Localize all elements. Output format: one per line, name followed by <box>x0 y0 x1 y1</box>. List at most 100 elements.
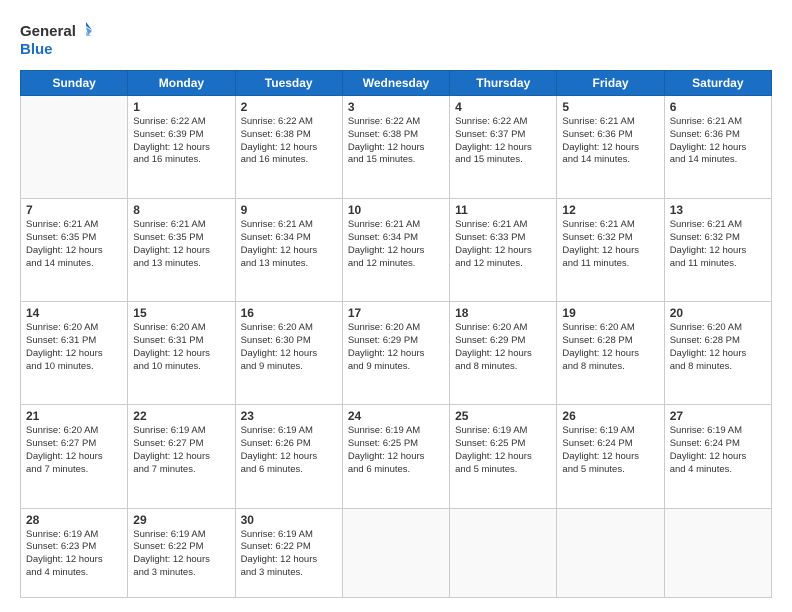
table-row: 30 Sunrise: 6:19 AM Sunset: 6:22 PM Dayli… <box>235 508 342 597</box>
day-info: Sunrise: 6:19 AM Sunset: 6:25 PM Dayligh… <box>455 425 551 476</box>
day-info: Sunrise: 6:19 AM Sunset: 6:22 PM Dayligh… <box>241 529 337 580</box>
day-number: 27 <box>670 409 766 423</box>
day-number: 11 <box>455 203 551 217</box>
day-info: Sunrise: 6:20 AM Sunset: 6:27 PM Dayligh… <box>26 425 122 476</box>
day-info: Sunrise: 6:20 AM Sunset: 6:30 PM Dayligh… <box>241 322 337 373</box>
table-row: 24 Sunrise: 6:19 AM Sunset: 6:25 PM Dayli… <box>342 405 449 508</box>
col-wednesday: Wednesday <box>342 71 449 96</box>
day-info: Sunrise: 6:21 AM Sunset: 6:32 PM Dayligh… <box>562 219 658 270</box>
day-number: 4 <box>455 100 551 114</box>
col-thursday: Thursday <box>450 71 557 96</box>
day-info: Sunrise: 6:19 AM Sunset: 6:24 PM Dayligh… <box>562 425 658 476</box>
day-number: 2 <box>241 100 337 114</box>
day-number: 18 <box>455 306 551 320</box>
table-row: 6 Sunrise: 6:21 AM Sunset: 6:36 PM Daylig… <box>664 96 771 199</box>
day-info: Sunrise: 6:20 AM Sunset: 6:29 PM Dayligh… <box>455 322 551 373</box>
col-sunday: Sunday <box>21 71 128 96</box>
table-row: 20Sunrise: 6:20 AM Sunset: 6:28 PM Dayli… <box>664 302 771 405</box>
day-number: 21 <box>26 409 122 423</box>
day-number: 5 <box>562 100 658 114</box>
day-number: 23 <box>241 409 337 423</box>
table-row: 10 Sunrise: 6:21 AM Sunset: 6:34 PM Dayli… <box>342 199 449 302</box>
day-info: Sunrise: 6:22 AM Sunset: 6:38 PM Dayligh… <box>348 116 444 167</box>
day-number: 16 <box>241 306 337 320</box>
day-info: Sunrise: 6:21 AM Sunset: 6:34 PM Dayligh… <box>348 219 444 270</box>
day-number: 19 <box>562 306 658 320</box>
table-row <box>450 508 557 597</box>
day-number: 1 <box>133 100 229 114</box>
table-row: 12 Sunrise: 6:21 AM Sunset: 6:32 PM Dayli… <box>557 199 664 302</box>
table-row: 5 Sunrise: 6:21 AM Sunset: 6:36 PM Daylig… <box>557 96 664 199</box>
day-info: Sunrise: 6:20 AM Sunset: 6:31 PM Dayligh… <box>26 322 122 373</box>
day-number: 28 <box>26 513 122 527</box>
table-row: 4 Sunrise: 6:22 AM Sunset: 6:37 PM Daylig… <box>450 96 557 199</box>
day-number: 26 <box>562 409 658 423</box>
day-info: Sunrise: 6:21 AM Sunset: 6:36 PM Dayligh… <box>562 116 658 167</box>
day-number: 22 <box>133 409 229 423</box>
day-number: 6 <box>670 100 766 114</box>
day-info: Sunrise: 6:22 AM Sunset: 6:39 PM Dayligh… <box>133 116 229 167</box>
table-row: 1 Sunrise: 6:22 AM Sunset: 6:39 PM Daylig… <box>128 96 235 199</box>
day-number: 29 <box>133 513 229 527</box>
table-row: 21 Sunrise: 6:20 AM Sunset: 6:27 PM Dayli… <box>21 405 128 508</box>
table-row: 26 Sunrise: 6:19 AM Sunset: 6:24 PM Dayli… <box>557 405 664 508</box>
day-number: 8 <box>133 203 229 217</box>
table-row: 22 Sunrise: 6:19 AM Sunset: 6:27 PM Dayli… <box>128 405 235 508</box>
day-info: Sunrise: 6:19 AM Sunset: 6:25 PM Dayligh… <box>348 425 444 476</box>
day-info: Sunrise: 6:19 AM Sunset: 6:22 PM Dayligh… <box>133 529 229 580</box>
day-number: 10 <box>348 203 444 217</box>
col-saturday: Saturday <box>664 71 771 96</box>
day-number: 3 <box>348 100 444 114</box>
day-info: Sunrise: 6:21 AM Sunset: 6:32 PM Dayligh… <box>670 219 766 270</box>
day-info: Sunrise: 6:21 AM Sunset: 6:36 PM Dayligh… <box>670 116 766 167</box>
day-number: 12 <box>562 203 658 217</box>
day-info: Sunrise: 6:19 AM Sunset: 6:26 PM Dayligh… <box>241 425 337 476</box>
calendar-header-row: Sunday Monday Tuesday Wednesday Thursday… <box>21 71 772 96</box>
table-row: 29 Sunrise: 6:19 AM Sunset: 6:22 PM Dayli… <box>128 508 235 597</box>
table-row <box>664 508 771 597</box>
table-row: 27 Sunrise: 6:19 AM Sunset: 6:24 PM Dayli… <box>664 405 771 508</box>
calendar-table: Sunday Monday Tuesday Wednesday Thursday… <box>20 70 772 598</box>
day-info: Sunrise: 6:20 AM Sunset: 6:28 PM Dayligh… <box>562 322 658 373</box>
header: General Blue <box>20 18 772 62</box>
logo: General Blue <box>20 18 92 62</box>
day-info: Sunrise: 6:19 AM Sunset: 6:23 PM Dayligh… <box>26 529 122 580</box>
table-row: 23 Sunrise: 6:19 AM Sunset: 6:26 PM Dayli… <box>235 405 342 508</box>
table-row: 18 Sunrise: 6:20 AM Sunset: 6:29 PM Dayli… <box>450 302 557 405</box>
table-row: 8 Sunrise: 6:21 AM Sunset: 6:35 PM Daylig… <box>128 199 235 302</box>
day-number: 24 <box>348 409 444 423</box>
table-row <box>342 508 449 597</box>
table-row <box>557 508 664 597</box>
table-row: 14Sunrise: 6:20 AM Sunset: 6:31 PM Dayli… <box>21 302 128 405</box>
col-tuesday: Tuesday <box>235 71 342 96</box>
table-row: 13Sunrise: 6:21 AM Sunset: 6:32 PM Dayli… <box>664 199 771 302</box>
day-number: 30 <box>241 513 337 527</box>
day-info: Sunrise: 6:22 AM Sunset: 6:38 PM Dayligh… <box>241 116 337 167</box>
day-number: 17 <box>348 306 444 320</box>
day-info: Sunrise: 6:20 AM Sunset: 6:29 PM Dayligh… <box>348 322 444 373</box>
table-row: 3 Sunrise: 6:22 AM Sunset: 6:38 PM Daylig… <box>342 96 449 199</box>
table-row: 17 Sunrise: 6:20 AM Sunset: 6:29 PM Dayli… <box>342 302 449 405</box>
table-row: 28 Sunrise: 6:19 AM Sunset: 6:23 PM Dayli… <box>21 508 128 597</box>
day-number: 25 <box>455 409 551 423</box>
col-friday: Friday <box>557 71 664 96</box>
day-number: 9 <box>241 203 337 217</box>
table-row: 15 Sunrise: 6:20 AM Sunset: 6:31 PM Dayli… <box>128 302 235 405</box>
day-info: Sunrise: 6:21 AM Sunset: 6:33 PM Dayligh… <box>455 219 551 270</box>
day-info: Sunrise: 6:19 AM Sunset: 6:24 PM Dayligh… <box>670 425 766 476</box>
svg-text:General: General <box>20 23 76 40</box>
page: General Blue Sunday Monday Tuesday Wedne… <box>0 0 792 612</box>
table-row: 7Sunrise: 6:21 AM Sunset: 6:35 PM Daylig… <box>21 199 128 302</box>
day-number: 15 <box>133 306 229 320</box>
day-info: Sunrise: 6:22 AM Sunset: 6:37 PM Dayligh… <box>455 116 551 167</box>
day-info: Sunrise: 6:21 AM Sunset: 6:35 PM Dayligh… <box>26 219 122 270</box>
table-row: 19 Sunrise: 6:20 AM Sunset: 6:28 PM Dayli… <box>557 302 664 405</box>
day-info: Sunrise: 6:21 AM Sunset: 6:35 PM Dayligh… <box>133 219 229 270</box>
logo-svg: General Blue <box>20 18 92 62</box>
table-row: 25 Sunrise: 6:19 AM Sunset: 6:25 PM Dayli… <box>450 405 557 508</box>
day-info: Sunrise: 6:19 AM Sunset: 6:27 PM Dayligh… <box>133 425 229 476</box>
table-row <box>21 96 128 199</box>
day-info: Sunrise: 6:21 AM Sunset: 6:34 PM Dayligh… <box>241 219 337 270</box>
day-info: Sunrise: 6:20 AM Sunset: 6:31 PM Dayligh… <box>133 322 229 373</box>
day-info: Sunrise: 6:20 AM Sunset: 6:28 PM Dayligh… <box>670 322 766 373</box>
